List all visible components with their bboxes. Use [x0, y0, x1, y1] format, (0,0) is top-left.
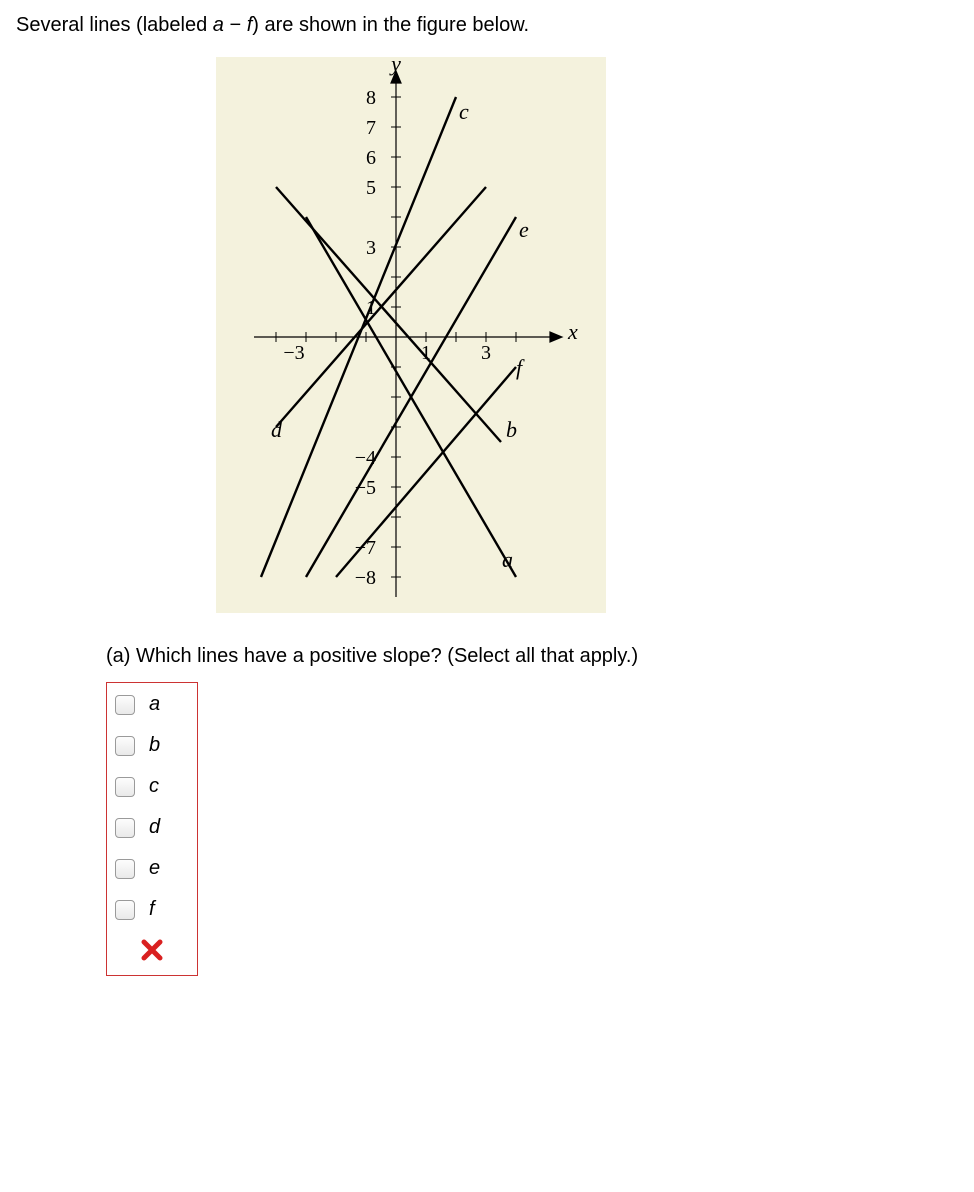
- prompt-dash: −: [224, 14, 247, 36]
- label-d: d: [271, 417, 283, 442]
- x-axis-label: x: [567, 319, 578, 344]
- label-b: b: [506, 417, 517, 442]
- figure: −3 1 3 8 7 6 5 3 1 −4 −5 −7 −8: [216, 57, 606, 613]
- label-c: c: [459, 99, 469, 124]
- axis-labels: y x: [389, 57, 578, 344]
- option-row-b[interactable]: b: [115, 734, 189, 757]
- checkbox-f[interactable]: [115, 900, 135, 920]
- option-label-d: d: [149, 816, 160, 839]
- option-label-f: f: [149, 898, 155, 921]
- option-label-e: e: [149, 857, 160, 880]
- option-row-c[interactable]: c: [115, 775, 189, 798]
- answers-box: a b c d e f: [106, 682, 198, 976]
- x-icon: [141, 939, 163, 961]
- option-label-c: c: [149, 775, 159, 798]
- label-e: e: [519, 217, 529, 242]
- y-axis-label: y: [389, 57, 401, 76]
- figure-container: −3 1 3 8 7 6 5 3 1 −4 −5 −7 −8: [216, 57, 958, 613]
- svg-text:7: 7: [366, 117, 376, 139]
- svg-text:−7: −7: [355, 537, 376, 559]
- svg-text:−8: −8: [355, 567, 376, 589]
- prompt-text-pre: Several lines (labeled: [16, 14, 213, 36]
- svg-text:3: 3: [366, 237, 376, 259]
- line-f: [336, 367, 516, 577]
- checkbox-d[interactable]: [115, 818, 135, 838]
- line-b: [276, 187, 501, 442]
- svg-text:8: 8: [366, 87, 376, 109]
- tick-labels: −3 1 3 8 7 6 5 3 1 −4 −5 −7 −8: [283, 87, 491, 589]
- option-row-e[interactable]: e: [115, 857, 189, 880]
- svg-text:6: 6: [366, 147, 376, 169]
- question-text: (a) Which lines have a positive slope? (…: [106, 645, 958, 668]
- option-label-a: a: [149, 693, 160, 716]
- option-row-a[interactable]: a: [115, 693, 189, 716]
- feedback-incorrect: [115, 939, 189, 967]
- svg-text:−4: −4: [355, 447, 376, 469]
- label-a: a: [502, 547, 513, 572]
- option-label-b: b: [149, 734, 160, 757]
- svg-text:−3: −3: [283, 342, 304, 364]
- problem-prompt: Several lines (labeled a − f) are shown …: [16, 12, 958, 39]
- svg-text:5: 5: [366, 177, 376, 199]
- option-row-f[interactable]: f: [115, 898, 189, 921]
- prompt-text-post: ) are shown in the figure below.: [252, 14, 529, 36]
- option-row-d[interactable]: d: [115, 816, 189, 839]
- svg-text:3: 3: [481, 342, 491, 364]
- label-f: f: [516, 355, 525, 380]
- checkbox-a[interactable]: [115, 695, 135, 715]
- checkbox-c[interactable]: [115, 777, 135, 797]
- checkbox-b[interactable]: [115, 736, 135, 756]
- prompt-label-a: a: [213, 14, 224, 36]
- checkbox-e[interactable]: [115, 859, 135, 879]
- graph-svg: −3 1 3 8 7 6 5 3 1 −4 −5 −7 −8: [216, 57, 606, 613]
